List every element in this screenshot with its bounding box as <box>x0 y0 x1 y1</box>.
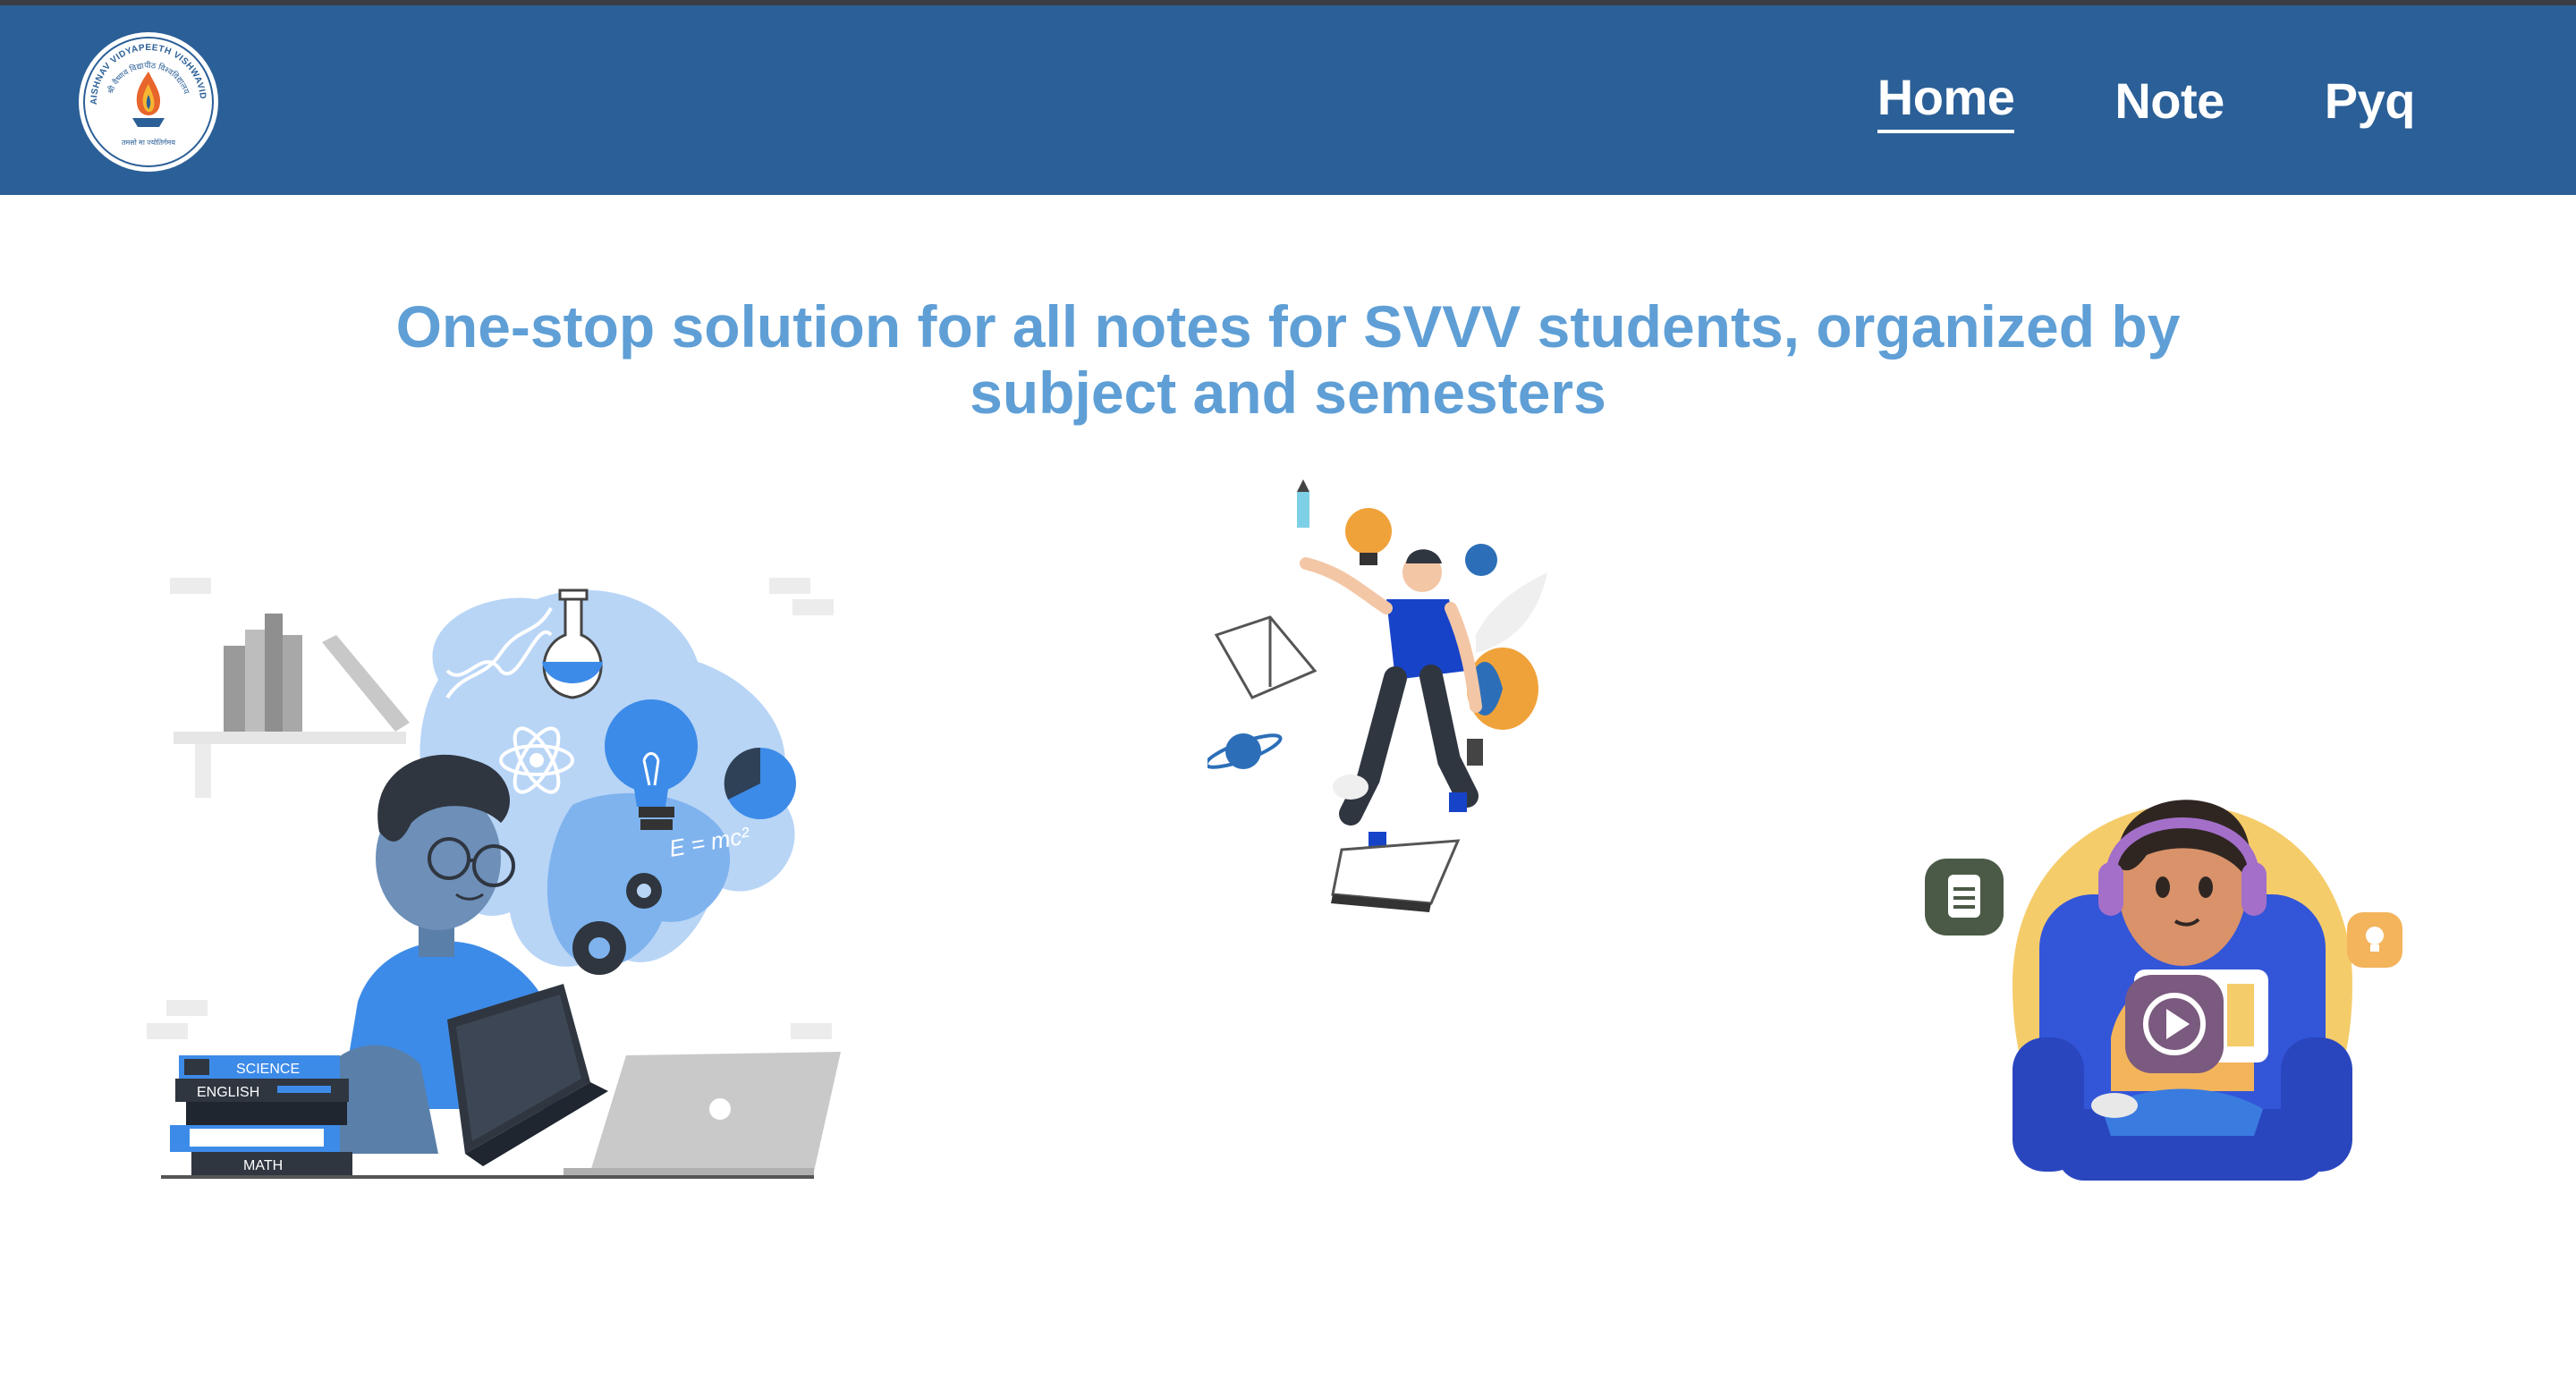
leaf-icon <box>1476 572 1547 653</box>
book-english-label: ENGLISH <box>197 1085 259 1100</box>
hero-headline-line1: One-stop solution for all notes for SVVV… <box>395 293 2181 360</box>
giant-book-platform <box>1331 839 1461 912</box>
nav-pyq-link[interactable]: Pyq <box>2325 72 2416 130</box>
kid-online-learning-illustration <box>1925 800 2402 1181</box>
man-figure <box>1300 549 1482 855</box>
pie-chart-icon <box>724 747 796 819</box>
book-math-label: MATH <box>243 1158 283 1173</box>
pencil-icon <box>1297 479 1309 528</box>
ball-icon <box>1465 544 1497 576</box>
notepad-icon[interactable] <box>1925 859 2004 936</box>
nav-note-link[interactable]: Note <box>2114 72 2224 130</box>
hero-headline-line2: subject and semesters <box>970 360 1606 426</box>
book-science-label: SCIENCE <box>236 1062 300 1077</box>
shelf-books-icon <box>224 614 410 732</box>
laptop-icon <box>564 1052 841 1177</box>
play-button-icon[interactable] <box>2125 975 2224 1073</box>
navbar: SHRI VAISHNAV VIDYAPEETH VISHWAVIDYALAYA… <box>0 5 2576 195</box>
lightbulb-icon <box>1345 508 1392 565</box>
man-juggling-ideas-illustration <box>1208 479 1547 912</box>
nav-home-link[interactable]: Home <box>1877 68 2015 133</box>
university-logo[interactable]: SHRI VAISHNAV VIDYAPEETH VISHWAVIDYALAYA… <box>77 30 220 174</box>
logo-motto: तमसो मा ज्योतिर्गमय <box>122 138 175 147</box>
open-book-icon <box>1214 615 1318 699</box>
lightbulb-badge-icon[interactable] <box>2347 912 2402 968</box>
book-stack-icon: SCIENCE ENGLISH MATH <box>170 1055 352 1175</box>
hero-headline: One-stop solution for all notes for SVVV… <box>304 293 2272 426</box>
main-nav: Home Note Pyq <box>1877 68 2416 133</box>
student-studying-illustration: E = mc² SCIENCE ENGLISH MATH <box>147 578 841 1179</box>
planet-icon <box>1208 733 1283 769</box>
